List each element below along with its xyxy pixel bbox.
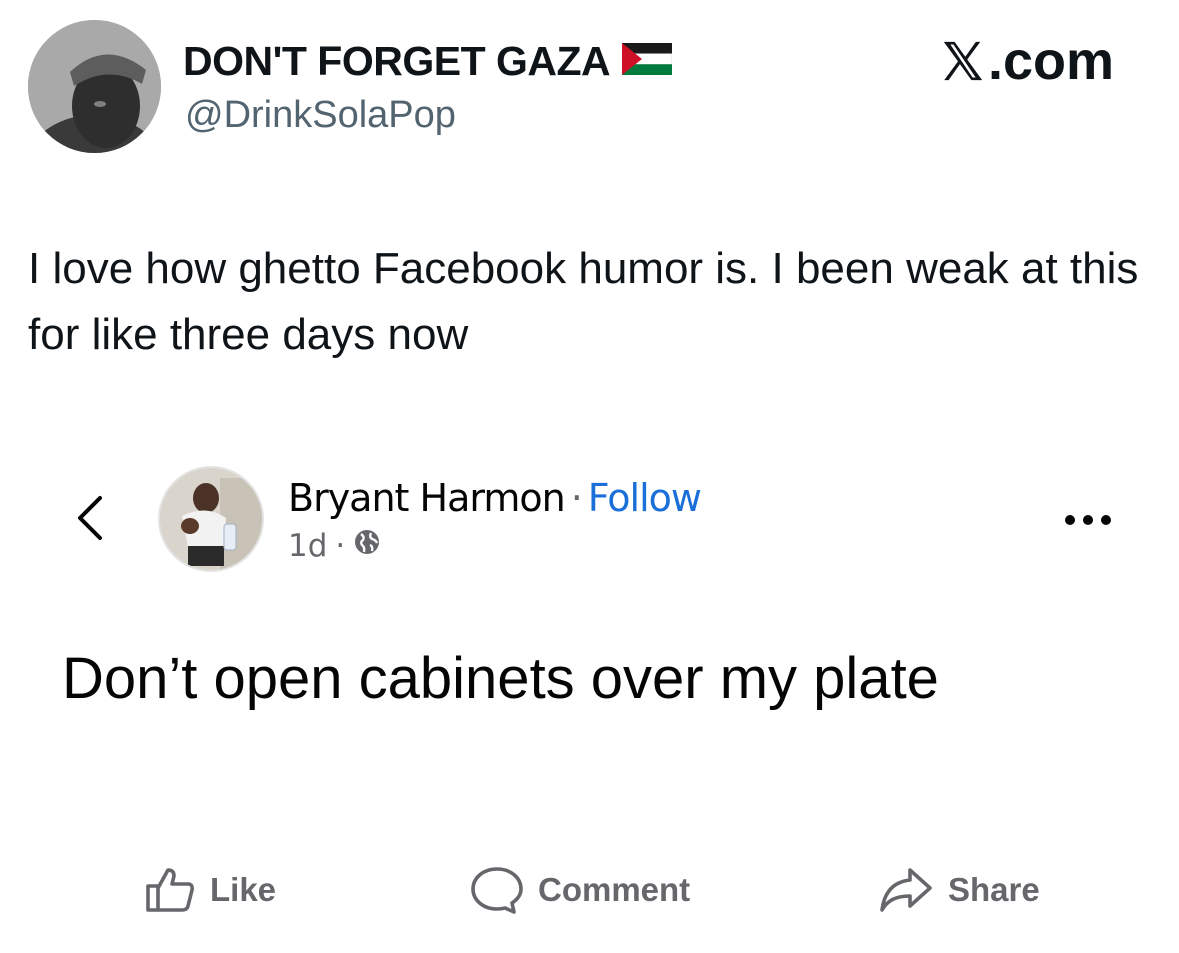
like-label: Like [210, 871, 277, 908]
comment-label: Comment [538, 871, 691, 908]
share-button[interactable]: Share [878, 862, 1040, 918]
back-chevron-icon[interactable] [70, 492, 110, 544]
name-separator: · [570, 476, 583, 520]
globe-icon [353, 528, 381, 564]
x-logo-icon [943, 41, 983, 81]
thumbs-up-icon [146, 868, 194, 912]
display-name[interactable]: DON'T FORGET GAZA [183, 38, 673, 85]
post-text: Don’t open cabinets over my plate [62, 646, 939, 711]
palestine-flag-icon [621, 38, 673, 85]
avatar-photo [28, 20, 161, 153]
author-line: Bryant Harmon · Follow [288, 476, 702, 520]
x-com-watermark: .com [940, 30, 1114, 92]
author-avatar[interactable] [158, 466, 264, 572]
share-arrow-icon [880, 868, 932, 912]
post-meta: 1d · [288, 528, 381, 564]
share-label: Share [948, 871, 1040, 908]
follow-button[interactable]: Follow [588, 476, 702, 520]
user-handle[interactable]: @DrinkSolaPop [185, 94, 456, 137]
comment-bubble-icon [471, 867, 523, 914]
author-photo [160, 468, 262, 570]
post-time[interactable]: 1d [288, 528, 327, 564]
tweet-text: I love how ghetto Facebook humor is. I b… [28, 244, 1139, 359]
meta-separator: · [335, 528, 346, 564]
comment-button[interactable]: Comment [470, 862, 690, 918]
display-name-text: DON'T FORGET GAZA [183, 38, 611, 84]
more-options-icon[interactable] [1060, 502, 1116, 538]
like-button[interactable]: Like [144, 862, 276, 918]
profile-avatar[interactable] [28, 20, 161, 153]
watermark-text: .com [988, 31, 1115, 91]
author-name[interactable]: Bryant Harmon [288, 476, 566, 520]
